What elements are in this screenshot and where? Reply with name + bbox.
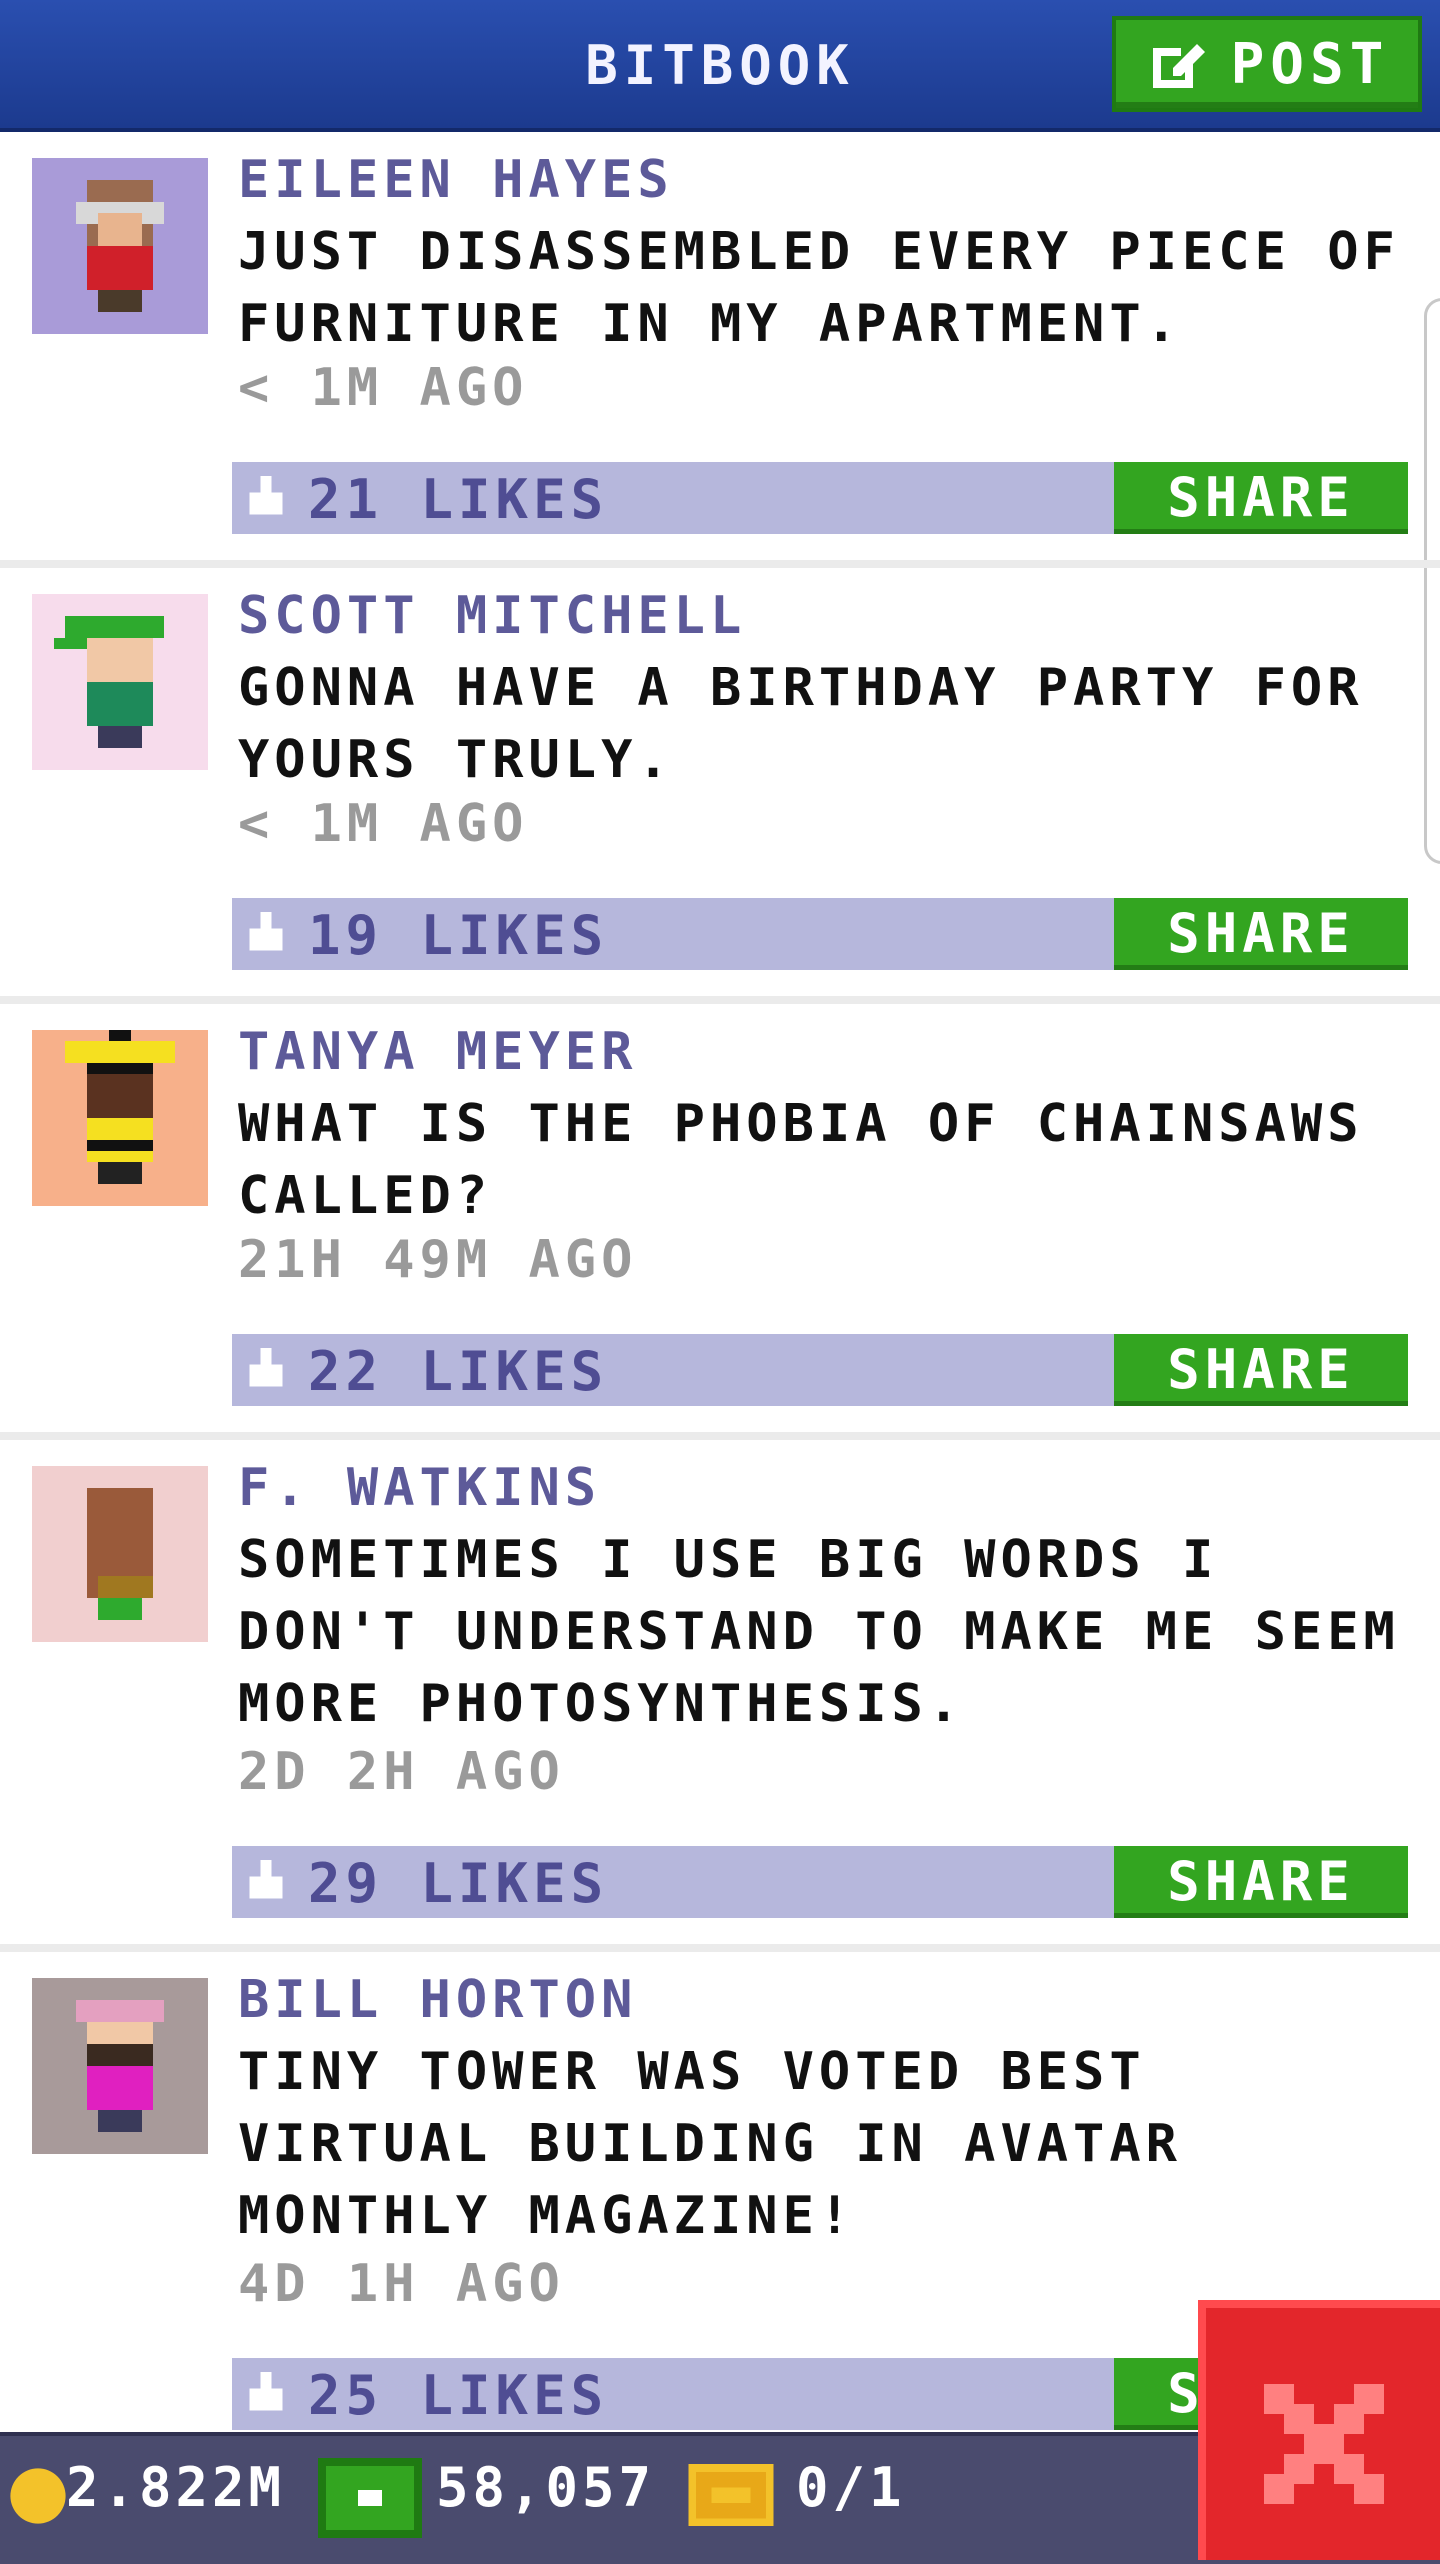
compose-icon — [1152, 44, 1205, 88]
like-bar: 22 LIKES SHARE — [232, 1334, 1408, 1406]
share-button[interactable]: SHARE — [1114, 898, 1408, 970]
avatar — [32, 1466, 208, 1642]
thumbs-up-icon[interactable] — [244, 1348, 288, 1392]
thumbs-up-icon[interactable] — [244, 2372, 288, 2416]
feed-post: TANYA MEYER WHAT IS THE PHOBIA OF CHAINS… — [0, 1004, 1440, 1440]
post-text: GONNA HAVE A BIRTHDAY PARTY FOR YOURS TR… — [238, 658, 1364, 790]
tickets-value: 0/1 — [796, 2456, 906, 2519]
post-timestamp: < 1M AGO — [238, 358, 529, 418]
close-button[interactable] — [1198, 2300, 1440, 2560]
feed-post: F. WATKINS SOMETIMES I USE BIG WORDS I D… — [0, 1440, 1440, 1952]
like-count: 21 LIKES — [308, 468, 609, 531]
coins-value: 2.822M — [66, 2456, 286, 2519]
avatar — [32, 158, 208, 334]
avatar — [32, 1978, 208, 2154]
post-timestamp: 4D 1H AGO — [238, 2254, 565, 2314]
post-author[interactable]: F. WATKINS — [238, 1458, 601, 1518]
post-button-label: POST — [1230, 31, 1390, 97]
bux-icon — [318, 2458, 422, 2538]
post-button[interactable]: POST — [1112, 16, 1422, 112]
share-button[interactable]: SHARE — [1114, 1846, 1408, 1918]
post-timestamp: 2D 2H AGO — [238, 1742, 565, 1802]
avatar — [32, 1030, 208, 1206]
like-count: 22 LIKES — [308, 1340, 609, 1403]
post-text: WHAT IS THE PHOBIA OF CHAINSAWS CALLED? — [238, 1094, 1364, 1226]
post-author[interactable]: SCOTT MITCHELL — [238, 586, 746, 646]
thumbs-up-icon[interactable] — [244, 1860, 288, 1904]
feed-post: EILEEN HAYES JUST DISASSEMBLED EVERY PIE… — [0, 132, 1440, 568]
feed-post: SCOTT MITCHELL GONNA HAVE A BIRTHDAY PAR… — [0, 568, 1440, 1004]
post-text: SOMETIMES I USE BIG WORDS I DON'T UNDERS… — [238, 1530, 1400, 1734]
like-count: 19 LIKES — [308, 904, 609, 967]
post-author[interactable]: EILEEN HAYES — [238, 150, 674, 210]
like-bar: 29 LIKES SHARE — [232, 1846, 1408, 1918]
share-button[interactable]: SHARE — [1114, 1334, 1408, 1406]
post-text: TINY TOWER WAS VOTED BEST VIRTUAL BUILDI… — [238, 2042, 1182, 2246]
like-count: 29 LIKES — [308, 1852, 609, 1915]
post-timestamp: < 1M AGO — [238, 794, 529, 854]
avatar — [32, 594, 208, 770]
like-bar: 19 LIKES SHARE — [232, 898, 1408, 970]
share-button[interactable]: SHARE — [1114, 462, 1408, 534]
like-bar: 21 LIKES SHARE — [232, 462, 1408, 534]
thumbs-up-icon[interactable] — [244, 476, 288, 520]
header-bar: BITBOOK POST — [0, 0, 1440, 132]
post-author[interactable]: BILL HORTON — [238, 1970, 637, 2030]
like-count: 25 LIKES — [308, 2364, 609, 2427]
post-author[interactable]: TANYA MEYER — [238, 1022, 637, 1082]
close-icon — [1264, 2384, 1384, 2504]
ticket-icon — [688, 2464, 774, 2526]
thumbs-up-icon[interactable] — [244, 912, 288, 956]
coin-icon — [10, 2468, 66, 2524]
bux-value: 58,057 — [436, 2456, 656, 2519]
post-text: JUST DISASSEMBLED EVERY PIECE OF FURNITU… — [238, 222, 1400, 354]
post-timestamp: 21H 49M AGO — [238, 1230, 638, 1290]
